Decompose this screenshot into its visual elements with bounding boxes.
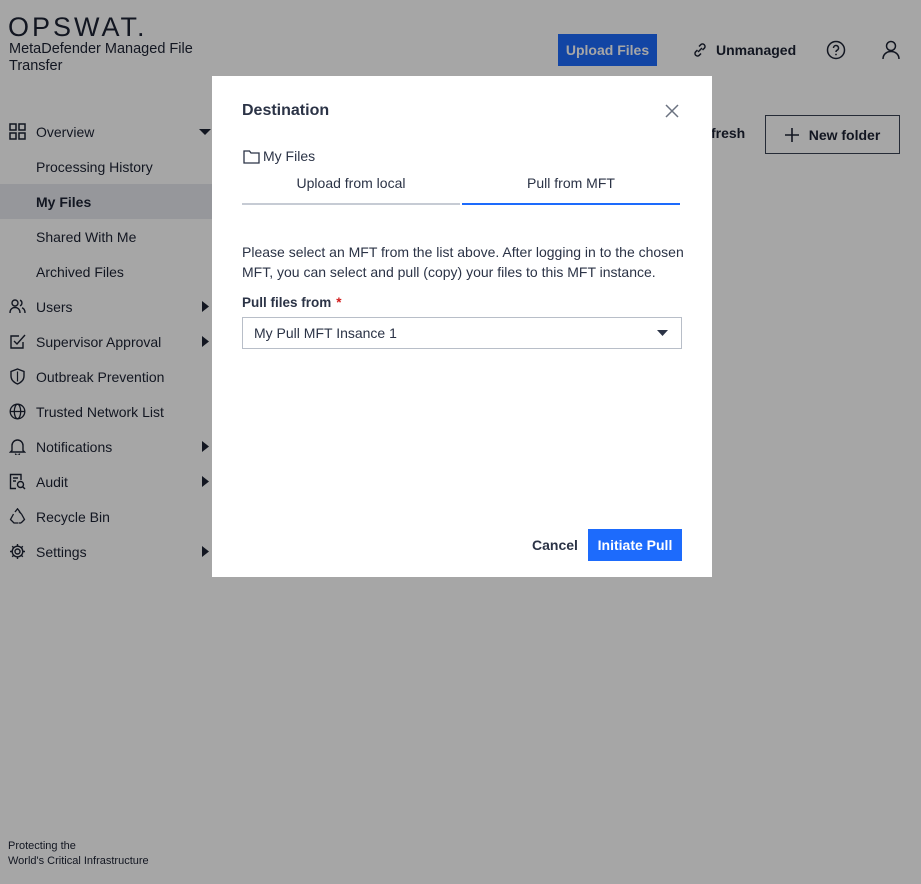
- breadcrumb[interactable]: My Files: [243, 148, 315, 164]
- folder-icon: [243, 149, 260, 164]
- initiate-pull-button[interactable]: Initiate Pull: [588, 529, 682, 561]
- tab-pull-from-mft[interactable]: Pull from MFT: [462, 174, 680, 205]
- field-label-text: Pull files from: [242, 295, 332, 310]
- tab-upload-from-local[interactable]: Upload from local: [242, 174, 460, 205]
- destination-dialog: Destination My Files Upload from local P…: [212, 76, 712, 577]
- chevron-down-icon: [657, 330, 668, 336]
- mft-instance-select[interactable]: My Pull MFT Insance 1: [242, 317, 682, 349]
- close-icon[interactable]: [665, 104, 679, 118]
- dialog-description: Please select an MFT from the list above…: [242, 244, 684, 280]
- required-marker: *: [336, 295, 342, 310]
- cancel-button[interactable]: Cancel: [529, 529, 581, 561]
- breadcrumb-label: My Files: [263, 148, 316, 164]
- select-value: My Pull MFT Insance 1: [254, 325, 397, 341]
- pull-files-from-label: Pull files from *: [242, 295, 342, 310]
- dialog-title: Destination: [242, 102, 330, 119]
